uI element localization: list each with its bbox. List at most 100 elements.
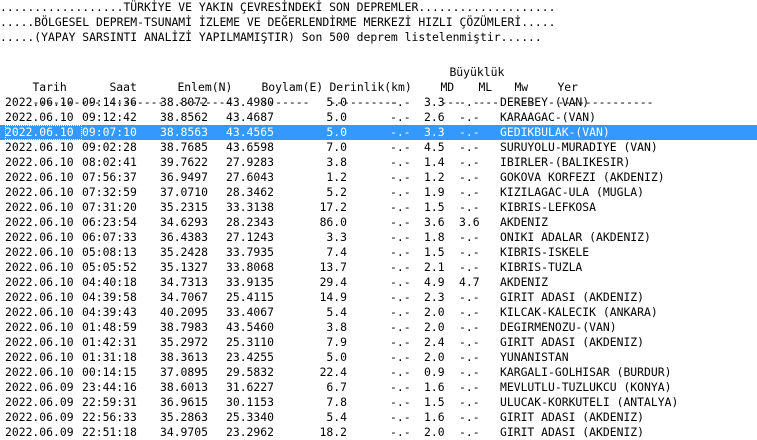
cell-place: GOKOVA KORFEZI (AKDENIZ) bbox=[500, 170, 665, 184]
cell-time: 01:48:59 bbox=[82, 320, 137, 334]
cell-ml: 2.3 bbox=[424, 290, 445, 304]
cell-lat: 38.8563 bbox=[159, 125, 208, 139]
cell-mw: -.- bbox=[459, 185, 480, 199]
table-row[interactable]: 2022.06.09 22:56:33 35.2863 25.3340 5.4 -.- 1.… bbox=[0, 410, 757, 425]
cell-place: AKDENIZ bbox=[500, 275, 549, 289]
cell-lat: 35.2863 bbox=[159, 410, 208, 424]
cell-mw: -.- bbox=[459, 200, 480, 214]
cell-lon: 33.9135 bbox=[225, 275, 274, 289]
cell-md: -.- bbox=[390, 95, 411, 109]
cell-lon: 33.8068 bbox=[225, 260, 274, 274]
cell-place: SURUYOLU-MURADIYE (VAN) bbox=[500, 140, 658, 154]
cell-md: -.- bbox=[390, 200, 411, 214]
cell-depth: 5.4 bbox=[326, 305, 347, 319]
cell-depth: 5.0 bbox=[326, 125, 347, 139]
table-row[interactable]: 2022.06.10 04:40:18 34.7313 33.9135 29.4 -.- 4… bbox=[0, 275, 757, 290]
cell-lon: 25.3340 bbox=[225, 410, 274, 424]
cell-depth: 13.7 bbox=[319, 260, 347, 274]
cell-date: 2022.06.10 bbox=[5, 155, 74, 169]
cell-date: 2022.06.09 bbox=[5, 380, 74, 394]
table-row[interactable]: 2022.06.10 04:39:43 40.2095 33.4067 5.4 -.- 2.… bbox=[0, 305, 757, 320]
cell-mw: -.- bbox=[459, 170, 480, 184]
cell-date: 2022.06.10 bbox=[5, 350, 74, 364]
cell-time: 22:51:18 bbox=[82, 425, 137, 439]
cell-place: KIBRIS-ISKELE bbox=[500, 245, 590, 259]
table-row[interactable]: 2022.06.09 22:51:18 34.9705 23.2962 18.2 -.- 2… bbox=[0, 425, 757, 440]
cell-md: -.- bbox=[390, 380, 411, 394]
cell-date: 2022.06.10 bbox=[5, 140, 74, 154]
table-row[interactable]: 2022.06.10 09:12:42 38.8562 43.4687 5.0 -.- 2.… bbox=[0, 110, 757, 125]
cell-md: -.- bbox=[390, 215, 411, 229]
cell-date: 2022.06.10 bbox=[5, 275, 74, 289]
table-row[interactable]: 2022.06.10 00:14:15 37.0895 29.5832 22.4 -.- 0… bbox=[0, 365, 757, 380]
table-row[interactable]: 2022.06.10 09:14:36 38.8072 43.4980 5.0 -.- 3.… bbox=[0, 95, 757, 110]
cell-lat: 38.3613 bbox=[159, 350, 208, 364]
cell-time: 06:23:54 bbox=[82, 215, 137, 229]
cell-time: 01:42:31 bbox=[82, 335, 137, 349]
cell-lon: 43.4980 bbox=[225, 95, 274, 109]
table-row[interactable]: 2022.06.10 07:31:20 35.2315 33.3138 17.2 -.- 1… bbox=[0, 200, 757, 215]
cell-depth: 6.7 bbox=[326, 380, 347, 394]
table-row[interactable]: 2022.06.10 05:05:52 35.1327 33.8068 13.7 -.- 2… bbox=[0, 260, 757, 275]
cell-ml: 1.9 bbox=[424, 185, 445, 199]
cell-lat: 35.2315 bbox=[159, 200, 208, 214]
cell-lat: 36.4383 bbox=[159, 230, 208, 244]
table-row[interactable]: 2022.06.10 04:39:58 34.7067 25.4115 14.9 -.- 2… bbox=[0, 290, 757, 305]
cell-time: 05:08:13 bbox=[82, 245, 137, 259]
cell-depth: 7.0 bbox=[326, 140, 347, 154]
table-row[interactable]: 2022.06.10 06:23:54 34.6293 28.2343 86.0 -.- 3… bbox=[0, 215, 757, 230]
table-row[interactable]: 2022.06.10 01:48:59 38.7983 43.5460 3.8 -.- 2.… bbox=[0, 320, 757, 335]
cell-md: -.- bbox=[390, 425, 411, 439]
cell-md: -.- bbox=[390, 110, 411, 124]
cell-lon: 27.6043 bbox=[225, 170, 274, 184]
table-row[interactable]: 2022.06.09 23:44:16 38.6013 31.6227 6.7 -.- 1.… bbox=[0, 380, 757, 395]
cell-mw: -.- bbox=[459, 320, 480, 334]
table-row[interactable]: 2022.06.10 01:31:18 38.3613 23.4255 5.0 -.- 2.… bbox=[0, 350, 757, 365]
cell-mw: -.- bbox=[459, 425, 480, 439]
cell-date: 2022.06.09 bbox=[5, 410, 74, 424]
cell-ml: 1.2 bbox=[424, 170, 445, 184]
cell-place: ULUCAK-KORKUTELI (ANTALYA) bbox=[500, 395, 679, 409]
table-row[interactable]: 2022.06.10 08:02:41 39.7622 27.9283 3.8 -.- 1.… bbox=[0, 155, 757, 170]
cell-place: GIRIT ADASI (AKDENIZ) bbox=[500, 335, 645, 349]
cell-ml: 0.9 bbox=[424, 365, 445, 379]
cell-time: 07:56:37 bbox=[82, 170, 137, 184]
cell-mw: -.- bbox=[459, 290, 480, 304]
cell-date: 2022.06.10 bbox=[5, 320, 74, 334]
cell-time: 22:56:33 bbox=[82, 410, 137, 424]
cell-ml: 1.6 bbox=[424, 410, 445, 424]
table-row[interactable]: 2022.06.10 01:42:31 35.2972 25.3110 7.9 -.- 2.… bbox=[0, 335, 757, 350]
cell-date: 2022.06.10 bbox=[5, 305, 74, 319]
cell-md: -.- bbox=[390, 365, 411, 379]
cell-ml: 1.4 bbox=[424, 155, 445, 169]
cell-md: -.- bbox=[390, 260, 411, 274]
table-row[interactable]: 2022.06.10 05:08:13 35.2428 33.7935 7.4 -.- 1.… bbox=[0, 245, 757, 260]
cell-time: 04:39:58 bbox=[82, 290, 137, 304]
cell-mw: -.- bbox=[459, 350, 480, 364]
table-row[interactable]: 2022.06.10 06:07:33 36.4383 27.1243 3.3 -.- 1.… bbox=[0, 230, 757, 245]
table-row[interactable]: 2022.06.09 22:59:31 36.9615 30.1153 7.8 -.- 1.… bbox=[0, 395, 757, 410]
cell-date: 2022.06.10 bbox=[5, 215, 74, 229]
cell-depth: 1.2 bbox=[326, 170, 347, 184]
cell-lat: 34.7067 bbox=[159, 290, 208, 304]
cell-ml: 3.3 bbox=[424, 125, 445, 139]
cell-md: -.- bbox=[390, 230, 411, 244]
table-row[interactable]: 2022.06.10 09:02:28 38.7685 43.6598 7.0 -.- 4.… bbox=[0, 140, 757, 155]
table-row[interactable]: 2022.06.10 07:32:59 37.0710 28.3462 5.2 -.- 1.… bbox=[0, 185, 757, 200]
cell-lon: 29.5832 bbox=[225, 365, 274, 379]
cell-date: 2022.06.10 bbox=[5, 245, 74, 259]
cell-ml: 1.6 bbox=[424, 380, 445, 394]
cell-place: KIBRIS-LEFKOSA bbox=[500, 200, 597, 214]
cell-depth: 7.9 bbox=[326, 335, 347, 349]
cell-mw: 3.6 bbox=[459, 215, 480, 229]
cell-lon: 28.3462 bbox=[225, 185, 274, 199]
table-row[interactable]: 2022.06.10 07:56:37 36.9497 27.6043 1.2 -.- 1.… bbox=[0, 170, 757, 185]
cell-depth: 5.2 bbox=[326, 185, 347, 199]
cell-time: 23:44:16 bbox=[82, 380, 137, 394]
cell-lon: 43.4565 bbox=[225, 125, 274, 139]
cell-md: -.- bbox=[390, 185, 411, 199]
table-row[interactable]: 2022.06.10 09:07:10 38.8563 43.4565 5.0 -.- 3.… bbox=[0, 125, 757, 140]
cell-depth: 5.4 bbox=[326, 410, 347, 424]
cell-place: IBIRLER-(BALIKESIR) bbox=[500, 155, 631, 169]
cell-ml: 2.0 bbox=[424, 320, 445, 334]
